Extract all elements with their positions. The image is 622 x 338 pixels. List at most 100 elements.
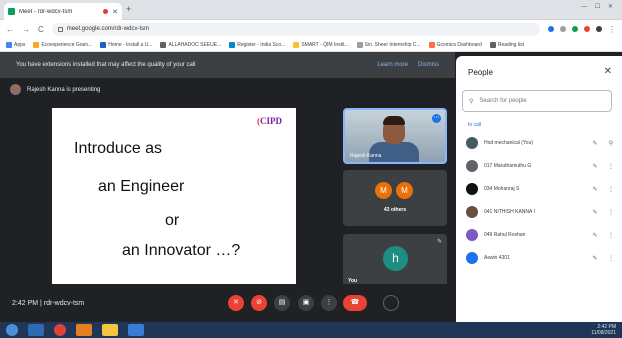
mic-off-icon: ✎ xyxy=(592,140,598,147)
reading-list-icon xyxy=(489,41,496,48)
others-tile[interactable]: M M 43 others xyxy=(343,170,447,226)
more-options-icon[interactable]: ⋮ xyxy=(606,163,616,170)
participant-row[interactable]: 049 Rahul Roshan ✎ ⋮ xyxy=(466,226,616,244)
meet-favicon-icon xyxy=(8,8,15,15)
chrome-taskbar-icon[interactable] xyxy=(54,324,66,336)
close-panel-icon[interactable]: ✕ xyxy=(604,66,612,77)
participant-avatar xyxy=(466,206,478,218)
apps-grid-icon xyxy=(6,41,12,48)
mic-off-icon: ✎ xyxy=(592,232,598,239)
bookmark-icon xyxy=(356,41,363,48)
bookmark-item[interactable]: Home - Install a U... xyxy=(100,41,152,48)
mic-off-button[interactable]: ✕ xyxy=(228,295,244,311)
system-clock[interactable]: 2:42 PM 11/08/2021 xyxy=(591,324,616,336)
screen: Meet - rdr-wdcv-tsm ✕ + — ☐ ✕ ← → C meet… xyxy=(0,0,622,338)
forward-icon[interactable]: → xyxy=(22,25,30,34)
slide-line: Introduce as xyxy=(74,140,163,157)
new-tab-icon[interactable]: + xyxy=(126,4,131,14)
participant-name: 041 NITHISH KANNA I xyxy=(484,209,535,215)
bookmark-icon xyxy=(33,41,40,48)
bookmark-item[interactable]: ALLAHADOC SEEUE... xyxy=(160,41,221,48)
dismiss-button[interactable]: Dismiss xyxy=(418,62,439,68)
leave-call-button[interactable]: ☎ xyxy=(343,295,367,311)
mic-off-icon: ✎ xyxy=(592,255,598,262)
present-button[interactable]: ▣ xyxy=(298,295,314,311)
participant-avatar xyxy=(466,183,478,195)
back-icon[interactable]: ← xyxy=(6,25,14,34)
participant-row[interactable]: 034 Mohanraj S ✎ ⋮ xyxy=(466,180,616,198)
people-search-input[interactable]: ⚲ Search for people xyxy=(462,90,612,112)
participant-row[interactable]: 017 Maruthamuthu G ✎ ⋮ xyxy=(466,157,616,175)
bookmark-item[interactable]: Ecoexperience Grain... xyxy=(33,41,92,48)
bookmark-item[interactable]: SMART - QIM Instit... xyxy=(293,41,349,48)
in-call-heading: In call xyxy=(468,122,482,128)
mic-off-icon: ✎ xyxy=(592,186,598,193)
people-panel: People ✕ ⚲ Search for people In call Hod… xyxy=(456,56,622,322)
mic-off-icon: ✎ xyxy=(592,163,598,170)
bookmark-icon xyxy=(160,41,167,48)
tab-meet[interactable]: Meet - rdr-wdcv-tsm ✕ xyxy=(4,3,122,20)
more-options-icon[interactable]: ⋮ xyxy=(606,209,616,216)
explorer-taskbar-icon[interactable] xyxy=(28,324,44,336)
camera-off-button[interactable]: ⊘ xyxy=(251,295,267,311)
lock-icon xyxy=(57,26,63,32)
participant-row[interactable]: 041 NITHISH KANNA I ✎ ⋮ xyxy=(466,203,616,221)
participant-name: Hod mechanical (You) xyxy=(484,140,534,146)
bookmark-icon xyxy=(100,41,107,48)
presenting-indicator: Rajesh Kanna is presenting xyxy=(10,84,100,95)
close-tab-icon[interactable]: ✕ xyxy=(112,8,118,16)
extension-icon[interactable] xyxy=(548,26,554,32)
start-button-icon[interactable] xyxy=(6,324,18,336)
profile-avatar[interactable] xyxy=(596,26,602,32)
more-options-icon[interactable]: ⋮ xyxy=(606,232,616,239)
browser-tab-strip: Meet - rdr-wdcv-tsm ✕ + — ☐ ✕ xyxy=(0,0,622,20)
reading-list[interactable]: Reading list xyxy=(489,41,524,48)
self-mic-off-icon: ✎ xyxy=(436,239,442,245)
participant-avatar: M xyxy=(396,182,413,199)
participant-avatar xyxy=(466,160,478,172)
more-options-icon[interactable]: ⋮ xyxy=(606,255,616,262)
person-hair xyxy=(383,116,405,125)
presenter-name: Rajesh Kanna xyxy=(350,153,382,159)
bookmark-item[interactable]: Apps xyxy=(6,41,25,48)
app-taskbar-icon[interactable] xyxy=(128,324,144,336)
cipd-logo: (CIPD xyxy=(257,116,282,126)
pin-icon[interactable]: ⚲ xyxy=(606,140,616,147)
slide-line: or xyxy=(165,212,180,229)
learn-more-link[interactable]: Learn more xyxy=(377,62,408,68)
more-options-button[interactable]: ⋮ xyxy=(321,295,337,311)
speaking-indicator-icon: ⋯ xyxy=(432,114,441,123)
participant-row[interactable]: Aswin 4301 ✎ ⋮ xyxy=(466,249,616,267)
kebab-menu-icon[interactable]: ⋮ xyxy=(608,25,616,34)
presenter-video-tile[interactable]: ⋯ Rajesh Kanna xyxy=(343,108,447,164)
self-tile[interactable]: ✎ h You xyxy=(343,234,447,288)
url-text: meet.google.com/rdr-wdcv-tsm xyxy=(66,26,150,32)
bookmark-icon xyxy=(428,41,435,48)
captions-button[interactable]: ▤ xyxy=(274,295,290,311)
bookmark-item[interactable]: Sin. Sheer Internship C... xyxy=(356,41,421,48)
extension-icon[interactable] xyxy=(560,26,566,32)
extensions-area: ⋮ xyxy=(548,25,616,34)
window-controls[interactable]: — ☐ ✕ xyxy=(581,3,616,10)
recording-dot-icon xyxy=(103,9,109,14)
slide-line: an Engineer xyxy=(98,178,185,195)
participant-avatar xyxy=(466,229,478,241)
windows-taskbar: 2:42 PM 11/08/2021 xyxy=(0,322,622,338)
extension-icon[interactable] xyxy=(572,26,578,32)
participant-row[interactable]: Hod mechanical (You) ✎ ⚲ xyxy=(466,134,616,152)
slide-line: an Innovator …? xyxy=(122,242,241,259)
folder-taskbar-icon[interactable] xyxy=(102,324,118,336)
participant-name: 034 Mohanraj S xyxy=(484,186,520,192)
more-options-icon[interactable]: ⋮ xyxy=(606,186,616,193)
media-taskbar-icon[interactable] xyxy=(76,324,92,336)
bookmark-item[interactable]: Gcomics Dashboard xyxy=(428,41,482,48)
presenter-avatar xyxy=(10,84,21,95)
bookmark-item[interactable]: Register - India Sco... xyxy=(229,41,285,48)
reload-icon[interactable]: C xyxy=(38,25,44,34)
extension-icon[interactable] xyxy=(584,26,590,32)
meeting-time-code: 2:42 PM | rdr-wdcv-tsm xyxy=(12,300,85,307)
presenting-text: Rajesh Kanna is presenting xyxy=(27,86,101,93)
bookmark-icon xyxy=(293,41,300,48)
address-bar[interactable]: meet.google.com/rdr-wdcv-tsm xyxy=(51,22,540,36)
people-title: People xyxy=(468,68,493,77)
